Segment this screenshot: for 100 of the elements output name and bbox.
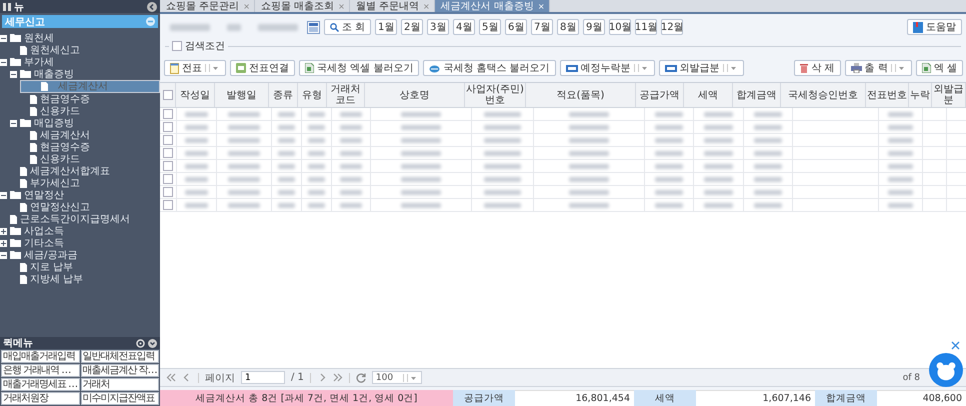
- quick-menu-item[interactable]: 일반대체전표입력: [80, 350, 159, 363]
- grid-icon[interactable]: [3, 2, 11, 10]
- checkbox[interactable]: [162, 90, 172, 100]
- caret-icon[interactable]: [205, 64, 220, 72]
- refresh-icon[interactable]: [356, 372, 366, 382]
- toolbar-button[interactable]: 엑 셀: [916, 60, 963, 76]
- blurred-text: [278, 202, 296, 208]
- folder-icon: [10, 58, 21, 66]
- tree-item[interactable]: 원천세: [24, 32, 54, 44]
- blurred-text: [340, 124, 362, 130]
- help-button[interactable]: 도움말: [907, 19, 962, 35]
- tree-item[interactable]: 근로소득간이지급명세서: [20, 214, 130, 224]
- toolbar-button[interactable]: 국세청 홈택스 불러오기: [423, 60, 556, 76]
- blurred-text: [888, 124, 914, 130]
- tree-item[interactable]: 신용카드: [40, 106, 80, 116]
- checkbox[interactable]: [163, 148, 173, 158]
- page-size-select[interactable]: 100: [372, 371, 422, 384]
- expand-icon[interactable]: [0, 228, 7, 234]
- page-total: / 1: [291, 372, 304, 383]
- chatbot-bubble-icon[interactable]: [929, 353, 963, 387]
- calendar-icon[interactable]: [307, 20, 320, 34]
- checkbox[interactable]: [163, 161, 173, 171]
- month-button[interactable]: 3월: [427, 19, 450, 35]
- tree-item[interactable]: 원천세신고: [30, 44, 80, 56]
- blurred-text: [484, 202, 521, 208]
- toolbar-button[interactable]: 외발급분: [658, 60, 744, 76]
- tree-item[interactable]: 지로 납부: [30, 262, 74, 272]
- checkbox[interactable]: [163, 174, 173, 184]
- tree-item[interactable]: 기타소득: [24, 238, 64, 248]
- tree-item[interactable]: 세금계산서합계표: [30, 166, 110, 176]
- first-page-icon[interactable]: [166, 373, 176, 382]
- tree-item[interactable]: 부가세신고: [30, 178, 80, 188]
- blurred-text: [704, 176, 734, 182]
- close-icon[interactable]: [951, 341, 960, 350]
- blurred-text: [184, 150, 208, 156]
- month-button[interactable]: 12월: [661, 19, 684, 35]
- last-page-icon[interactable]: [332, 373, 343, 382]
- caret-icon[interactable]: [634, 64, 649, 72]
- collapse-icon[interactable]: [10, 120, 17, 126]
- checkbox[interactable]: [172, 41, 182, 51]
- tree-item[interactable]: 현금영수증: [40, 142, 90, 152]
- toolbar-button[interactable]: 전표연결: [230, 60, 295, 76]
- tree-item[interactable]: 부가세: [24, 56, 54, 68]
- caret-icon[interactable]: [722, 64, 738, 72]
- chevron-down-icon[interactable]: [148, 338, 157, 348]
- collapse-icon[interactable]: [0, 252, 7, 258]
- blurred-text: [704, 190, 734, 194]
- month-button[interactable]: 7월: [531, 19, 554, 35]
- caret-icon[interactable]: [403, 374, 418, 382]
- checkbox[interactable]: [163, 135, 173, 145]
- blurred-text: [340, 150, 362, 156]
- month-button[interactable]: 1월: [375, 19, 398, 35]
- month-button[interactable]: 2월: [401, 19, 424, 35]
- tree-item[interactable]: 지방세 납부: [30, 274, 84, 284]
- collapse-icon[interactable]: [0, 58, 7, 66]
- quick-menu-item[interactable]: 매출세금계산 작…: [80, 364, 159, 377]
- caret-icon[interactable]: [890, 64, 906, 72]
- month-button[interactable]: 4월: [453, 19, 476, 35]
- blurred-text: [654, 190, 684, 194]
- month-button[interactable]: 6월: [505, 19, 528, 35]
- minus-icon[interactable]: [146, 17, 155, 26]
- quick-menu-item[interactable]: 매입매출거래입력: [1, 350, 80, 363]
- toolbar-button[interactable]: 예정누락분: [560, 60, 655, 76]
- tree-item[interactable]: 세금계산서: [40, 130, 90, 140]
- toolbar-button[interactable]: 전표: [164, 60, 226, 76]
- tree-item[interactable]: 세금/공과금: [24, 250, 78, 260]
- month-button[interactable]: 10월: [609, 19, 632, 35]
- tree-item[interactable]: 연말정산: [24, 190, 64, 200]
- month-button[interactable]: 9월: [583, 19, 606, 35]
- checkbox[interactable]: [163, 187, 173, 197]
- quick-menu-item[interactable]: 미수미지급잔액표: [80, 392, 159, 405]
- checkbox[interactable]: [163, 122, 173, 132]
- toolbar-button[interactable]: 삭 제: [794, 60, 841, 76]
- collapse-icon[interactable]: [10, 70, 17, 78]
- tree-item[interactable]: 매출증빙: [34, 68, 74, 80]
- tree-item[interactable]: 현금영수증: [40, 94, 90, 104]
- tree-item[interactable]: 사업소득: [24, 226, 64, 236]
- toolbar-button[interactable]: 국세청 엑셀 불러오기: [299, 60, 420, 76]
- quick-menu-item[interactable]: 매출거래명세표 …: [1, 378, 80, 391]
- settings-icon[interactable]: [136, 338, 145, 348]
- checkbox[interactable]: [163, 109, 173, 119]
- quick-menu-item[interactable]: 거래처: [80, 378, 159, 391]
- search-button[interactable]: 조 회: [324, 19, 372, 35]
- toolbar-button[interactable]: 출 력: [844, 60, 912, 76]
- month-button[interactable]: 11월: [635, 19, 658, 35]
- collapse-icon[interactable]: [0, 34, 7, 42]
- quick-menu-item[interactable]: 거래처원장: [1, 392, 80, 405]
- tree-item[interactable]: 연말정산신고: [30, 202, 90, 212]
- collapse-icon[interactable]: [147, 2, 157, 12]
- collapse-icon[interactable]: [0, 192, 7, 198]
- checkbox[interactable]: [163, 200, 173, 210]
- page-input[interactable]: 1: [241, 371, 285, 384]
- month-button[interactable]: 8월: [557, 19, 580, 35]
- summary-label: 세액: [634, 390, 696, 406]
- expand-icon[interactable]: [0, 240, 7, 246]
- month-button[interactable]: 5월: [479, 19, 502, 35]
- tree-item[interactable]: 신용카드: [40, 154, 80, 164]
- quick-menu-item[interactable]: 은행 거래내역 …: [1, 364, 80, 377]
- tree-item[interactable]: 매입증빙: [34, 118, 74, 128]
- blurred-text: [484, 150, 521, 156]
